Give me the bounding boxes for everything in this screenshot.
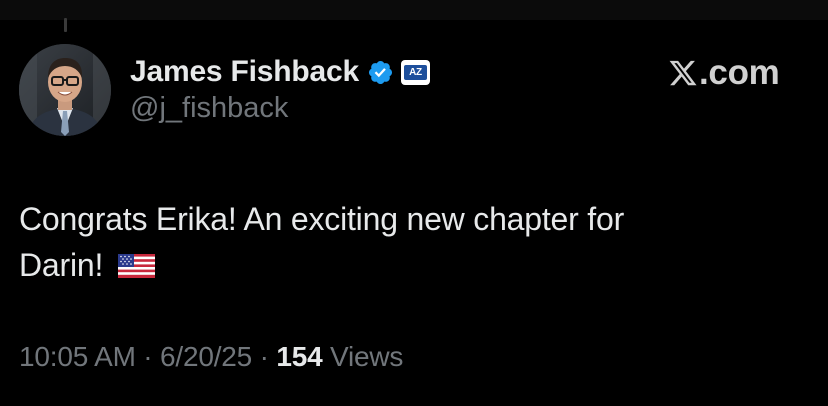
avatar-photo bbox=[19, 44, 111, 136]
meta-separator: · bbox=[252, 341, 277, 372]
tweet-text-line-1: Congrats Erika! An exciting new chapter … bbox=[19, 201, 625, 237]
verified-checkmark-icon[interactable] bbox=[367, 59, 394, 86]
tweet-date[interactable]: 6/20/25 bbox=[160, 341, 252, 372]
x-logo-text: .com bbox=[699, 53, 780, 92]
tweet-meta: 10:05 AM · 6/20/25 · 154 Views bbox=[19, 341, 403, 373]
tweet-text-line-2: Darin! bbox=[19, 247, 104, 283]
drag-handle bbox=[64, 18, 67, 32]
tweet-time[interactable]: 10:05 AM bbox=[19, 341, 136, 372]
meta-separator: · bbox=[135, 341, 160, 372]
top-strip bbox=[0, 0, 828, 20]
views-label: Views bbox=[322, 341, 404, 372]
affiliate-badge-text: AZ bbox=[404, 64, 427, 80]
us-flag-icon bbox=[117, 244, 155, 278]
author-handle[interactable]: @j_fishback bbox=[130, 92, 288, 125]
avatar[interactable] bbox=[19, 44, 111, 136]
affiliate-badge[interactable]: AZ bbox=[401, 59, 430, 85]
x-logo-icon bbox=[668, 58, 698, 88]
x-com-logo: .com bbox=[668, 52, 780, 94]
author-display-name[interactable]: James Fishback bbox=[130, 55, 359, 89]
tweet-text: Congrats Erika! An exciting new chapter … bbox=[19, 196, 799, 288]
author-name-row: James Fishback AZ bbox=[130, 52, 430, 92]
views-count[interactable]: 154 bbox=[276, 341, 322, 372]
